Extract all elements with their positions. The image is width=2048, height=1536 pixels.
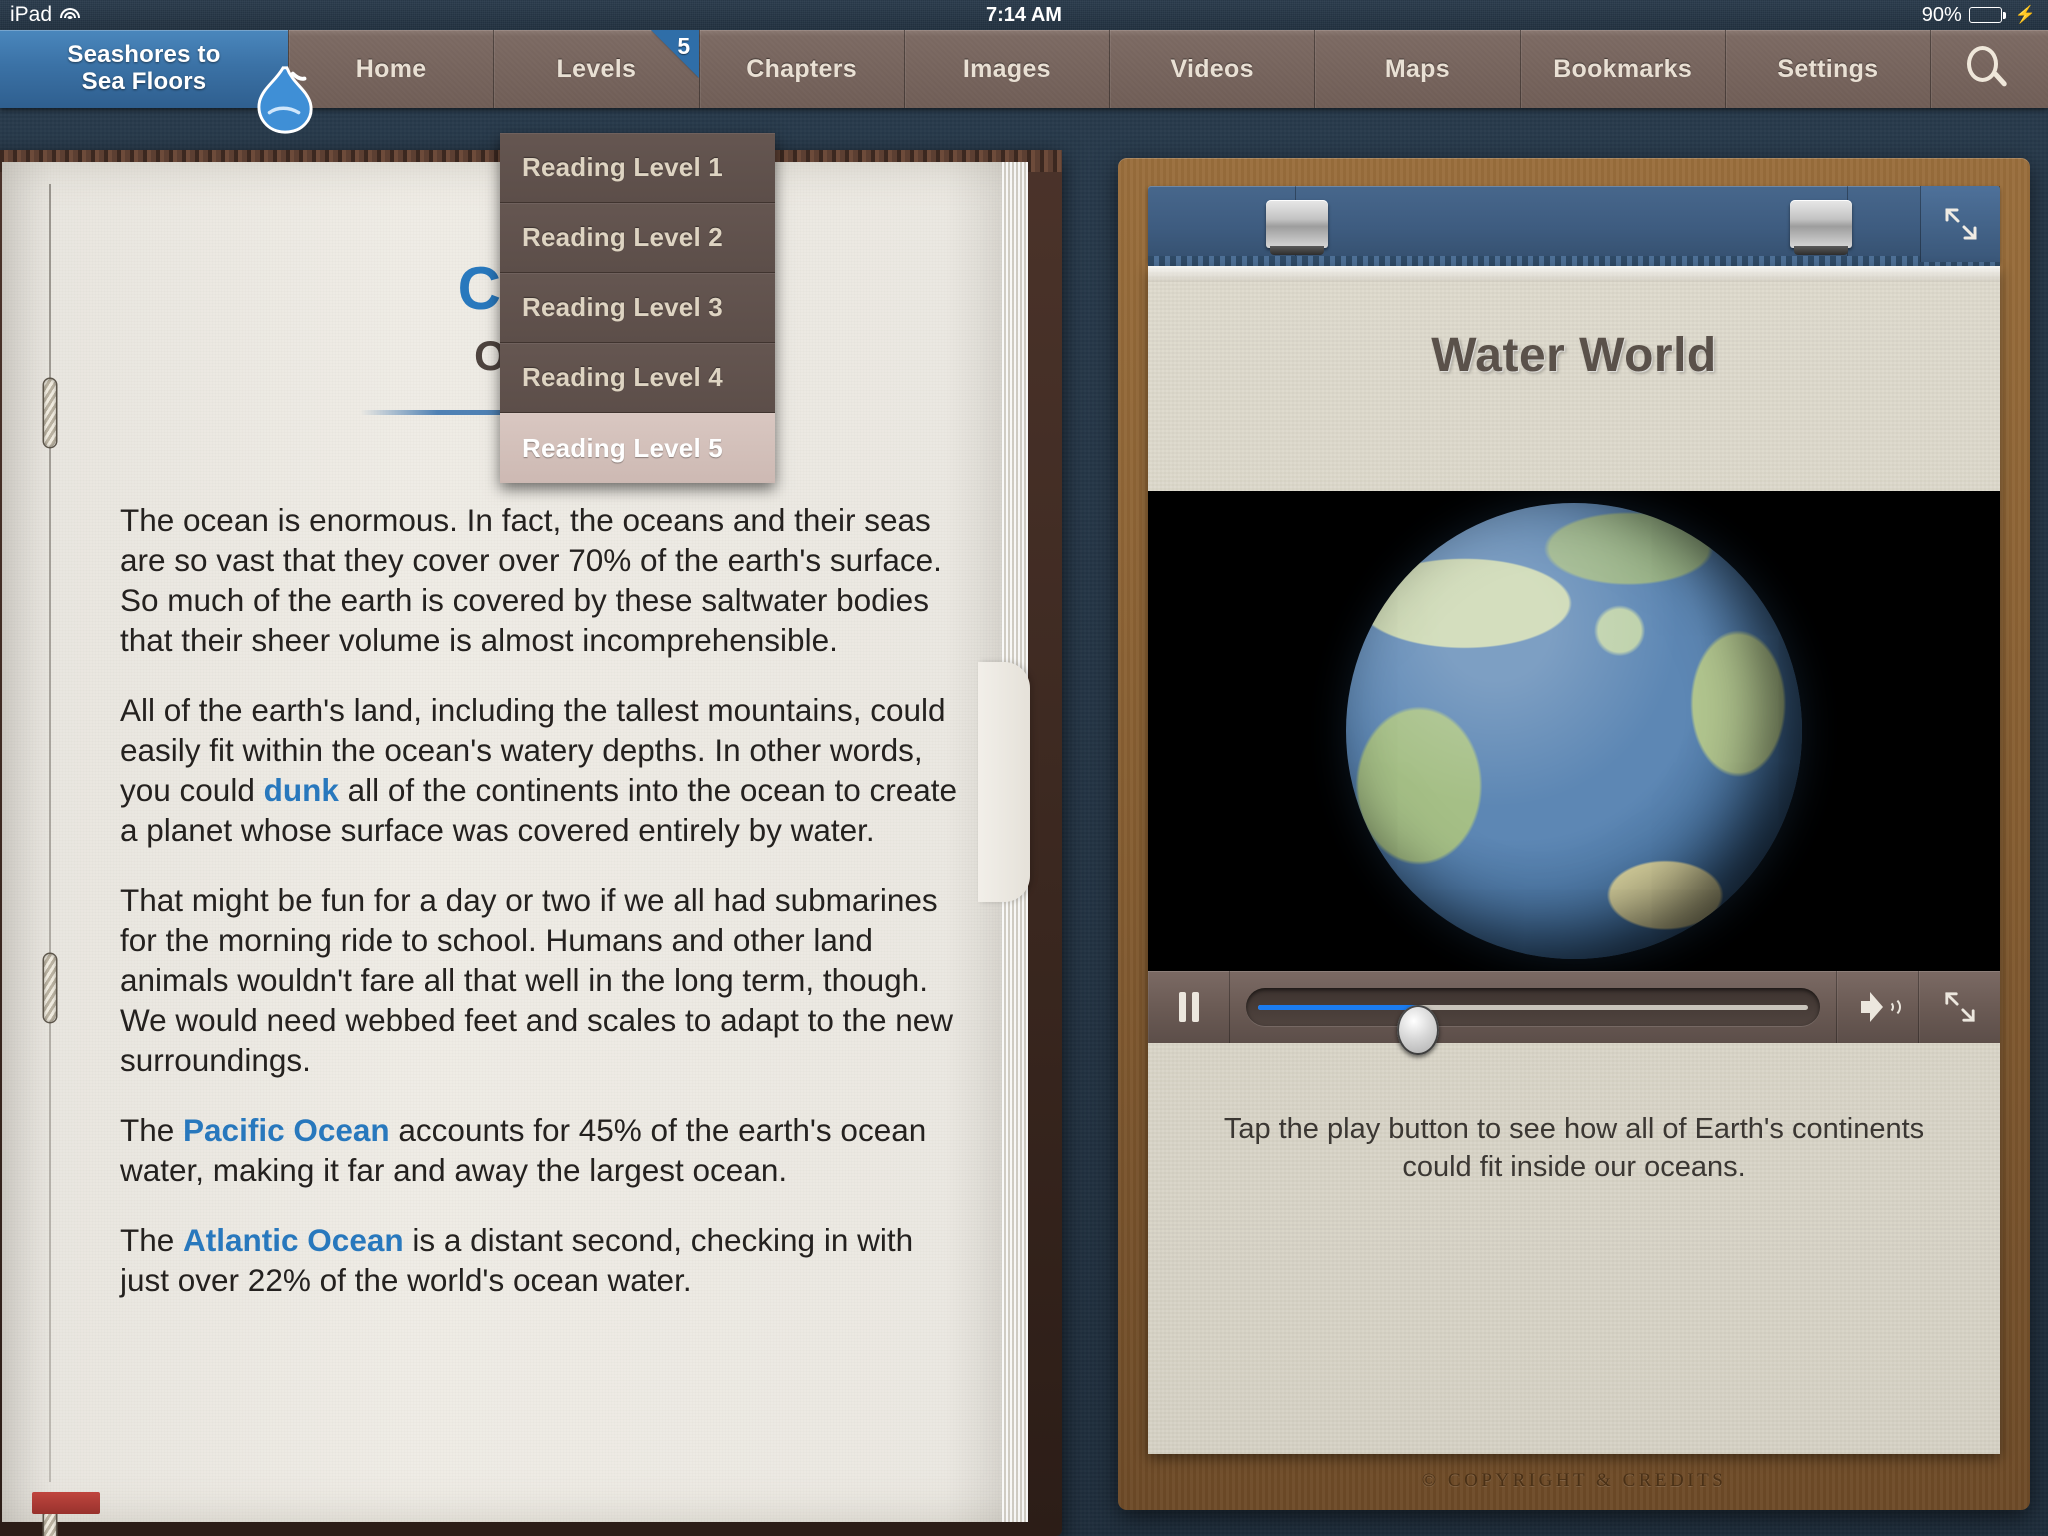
nav-tab-label: Videos xyxy=(1170,54,1254,83)
body-paragraph: The ocean is enormous. In fact, the ocea… xyxy=(120,500,960,660)
body-paragraph: The Atlantic Ocean is a distant second, … xyxy=(120,1220,960,1300)
panel-expand-button[interactable] xyxy=(1920,186,2000,262)
video-progress-control[interactable] xyxy=(1230,971,1836,1055)
nav-tab-label: Settings xyxy=(1777,54,1879,83)
main-navigation-bar: Seashores to Sea Floors Home Levels 5 Ch… xyxy=(0,30,2048,134)
nav-tab-label: Home xyxy=(355,54,427,83)
earth-globe-image xyxy=(1346,503,1802,959)
body-paragraph: That might be fun for a day or two if we… xyxy=(120,880,960,1080)
nav-tab-label: Bookmarks xyxy=(1553,54,1693,83)
battery-icon xyxy=(1968,7,2006,23)
chapter-body-text: The ocean is enormous. In fact, the ocea… xyxy=(120,500,960,1330)
body-text-run: That might be fun for a day or two if we… xyxy=(120,882,953,1078)
dropdown-item-reading-level-1[interactable]: Reading Level 1 xyxy=(500,133,775,203)
media-title: Water World xyxy=(1431,329,1717,382)
app-title-tab[interactable]: Seashores to Sea Floors xyxy=(0,30,313,134)
nav-tab-home[interactable]: Home xyxy=(288,30,494,108)
bookmark-ribbon[interactable] xyxy=(32,1492,100,1514)
progress-groove[interactable] xyxy=(1246,988,1820,1055)
status-clock: 7:14 AM xyxy=(986,3,1062,26)
dropdown-item-label: Reading Level 2 xyxy=(522,222,723,252)
notepad-tear-edge xyxy=(1148,266,2000,282)
speaker-volume-icon xyxy=(1860,992,1901,1022)
body-text-run: The xyxy=(120,1112,184,1148)
search-button[interactable] xyxy=(1930,30,2048,108)
media-notepad: Water World Tap the play button to see h… xyxy=(1148,266,2000,1454)
clipboard-perforation xyxy=(1148,256,2000,266)
glossary-link[interactable]: dunk xyxy=(264,772,339,808)
body-text-run: The xyxy=(120,1222,184,1258)
nav-tab-bookmarks[interactable]: Bookmarks xyxy=(1519,30,1725,108)
nav-tab-maps[interactable]: Maps xyxy=(1314,30,1520,108)
dropdown-item-label: Reading Level 1 xyxy=(522,152,723,182)
glossary-link[interactable]: Atlantic Ocean xyxy=(183,1222,404,1258)
copyright-credits-link[interactable]: © COPYRIGHT & CREDITS xyxy=(1118,1470,2030,1492)
clipboard-clamp-right xyxy=(1790,200,1852,255)
ios-status-bar: iPad 7:14 AM 90% ⚡ xyxy=(0,0,2048,30)
app-title-line1: Seashores to xyxy=(67,41,221,69)
nav-tab-label: Chapters xyxy=(746,54,857,83)
clipboard-clamp-left xyxy=(1266,200,1328,255)
expand-arrows-icon xyxy=(1945,208,1976,240)
reading-levels-dropdown[interactable]: Reading Level 1 Reading Level 2 Reading Le… xyxy=(500,133,775,483)
battery-percent-label: 90% xyxy=(1921,3,1962,26)
body-paragraph: The Pacific Ocean accounts for 45% of th… xyxy=(120,1110,960,1190)
app-title-line2: Sea Floors xyxy=(81,68,207,95)
media-clipboard-panel: Water World Tap the play button to see h… xyxy=(1118,158,2030,1510)
nav-tab-levels[interactable]: Levels 5 xyxy=(493,30,699,108)
dropdown-item-reading-level-2[interactable]: Reading Level 2 xyxy=(500,203,775,273)
progress-knob[interactable] xyxy=(1396,1004,1439,1055)
progress-fill xyxy=(1258,1004,1418,1010)
nav-tab-videos[interactable]: Videos xyxy=(1109,30,1315,108)
magnifier-icon xyxy=(1966,46,2013,92)
levels-count-value: 5 xyxy=(677,33,691,59)
volume-button[interactable] xyxy=(1836,971,1918,1043)
nav-tab-settings[interactable]: Settings xyxy=(1724,30,1930,108)
body-paragraph: All of the earth's land, including the t… xyxy=(120,690,960,850)
app-root: iPad 7:14 AM 90% ⚡ Seashores to Sea Floo… xyxy=(0,0,2048,1536)
pause-icon xyxy=(1178,992,1199,1022)
nav-tab-label: Images xyxy=(962,54,1051,83)
video-player[interactable] xyxy=(1148,491,2000,971)
fullscreen-arrows-icon xyxy=(1944,992,1975,1022)
page-turn-tab[interactable] xyxy=(978,662,1030,902)
media-caption: Tap the play button to see how all of Ea… xyxy=(1223,1113,1925,1183)
nav-tab-chapters[interactable]: Chapters xyxy=(698,30,904,108)
progress-track xyxy=(1258,1004,1808,1055)
clipboard-header-bar xyxy=(1148,186,2000,262)
dropdown-item-label: Reading Level 5 xyxy=(522,432,723,463)
dropdown-item-reading-level-3[interactable]: Reading Level 3 xyxy=(500,273,775,343)
play-pause-button[interactable] xyxy=(1148,971,1230,1043)
dropdown-item-label: Reading Level 3 xyxy=(522,292,723,322)
nav-tab-label: Maps xyxy=(1384,54,1450,83)
fullscreen-button[interactable] xyxy=(1918,971,2000,1043)
body-text-run: The ocean is enormous. In fact, the ocea… xyxy=(120,502,942,658)
dropdown-item-reading-level-4[interactable]: Reading Level 4 xyxy=(500,343,775,413)
glossary-link[interactable]: Pacific Ocean xyxy=(183,1112,390,1148)
video-control-bar xyxy=(1148,971,2000,1055)
levels-count-badge: 5 xyxy=(651,30,699,78)
clip-seg-2 xyxy=(1296,186,1848,262)
dropdown-item-reading-level-5[interactable]: Reading Level 5 xyxy=(500,413,775,483)
status-right: 90% ⚡ xyxy=(1922,4,2036,27)
lightning-bolt-icon: ⚡ xyxy=(2014,5,2036,24)
dropdown-item-label: Reading Level 4 xyxy=(522,362,723,392)
nav-tab-images[interactable]: Images xyxy=(903,30,1109,108)
nav-tab-label: Levels xyxy=(556,54,637,83)
